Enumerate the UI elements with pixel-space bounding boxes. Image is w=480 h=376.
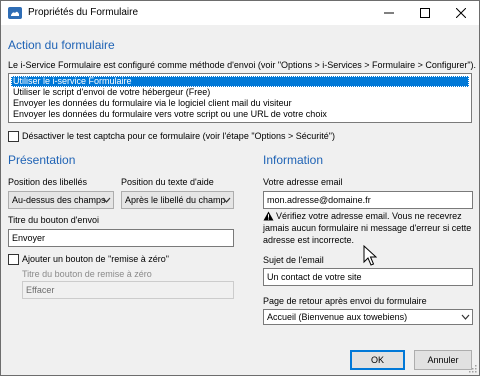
help-position-select[interactable]: Après le libellé du champ bbox=[121, 191, 234, 209]
action-description: Le i-Service Formulaire est configuré co… bbox=[8, 60, 477, 70]
chevron-down-icon bbox=[461, 314, 470, 320]
subject-label: Sujet de l'email bbox=[263, 255, 324, 265]
presentation-heading: Présentation bbox=[8, 153, 76, 167]
captcha-label: Désactiver le test captcha pour ce formu… bbox=[22, 131, 335, 141]
minimize-icon bbox=[384, 12, 394, 14]
action-heading: Action du formulaire bbox=[8, 38, 115, 52]
labels-position-select[interactable]: Au-dessus des champs bbox=[8, 191, 114, 209]
help-position-value: Après le libellé du champ bbox=[125, 195, 226, 205]
close-icon bbox=[456, 8, 466, 18]
reset-button-label: Ajouter un bouton de "remise à zéro" bbox=[22, 254, 169, 264]
information-heading: Information bbox=[263, 153, 324, 167]
submit-title-input[interactable]: Envoyer bbox=[8, 229, 234, 247]
close-button[interactable] bbox=[443, 1, 479, 25]
reset-button-checkbox[interactable] bbox=[8, 254, 19, 265]
reset-title-input[interactable]: Effacer bbox=[22, 281, 234, 299]
subject-input[interactable]: Un contact de votre site bbox=[263, 268, 473, 286]
app-icon bbox=[8, 7, 22, 19]
return-page-value: Accueil (Bienvenue aux towebiens) bbox=[267, 312, 408, 322]
submit-method-listbox[interactable]: Utiliser le i-service Formulaire Utilise… bbox=[8, 73, 472, 123]
help-position-label: Position du texte d'aide bbox=[121, 177, 214, 187]
minimize-button[interactable] bbox=[371, 1, 407, 25]
labels-position-value: Au-dessus des champs bbox=[12, 195, 106, 205]
maximize-icon bbox=[420, 8, 430, 18]
list-item[interactable]: Envoyer les données du formulaire via le… bbox=[11, 98, 469, 109]
ok-button[interactable]: OK bbox=[350, 350, 405, 370]
list-item[interactable]: Envoyer les données du formulaire vers v… bbox=[11, 109, 469, 120]
title-bar: Propriétés du Formulaire bbox=[1, 1, 479, 25]
return-page-select[interactable]: Accueil (Bienvenue aux towebiens) bbox=[263, 309, 473, 325]
resize-grip-icon[interactable] bbox=[467, 363, 477, 373]
reset-title-label: Titre du bouton de remise à zéro bbox=[22, 269, 152, 279]
email-input[interactable]: mon.adresse@domaine.fr bbox=[263, 191, 473, 209]
email-warning-text: Vérifiez votre adresse email. Vous ne re… bbox=[263, 211, 472, 245]
cancel-button[interactable]: Annuler bbox=[414, 350, 472, 370]
list-item[interactable]: Utiliser le script d'envoi de votre hébe… bbox=[11, 87, 469, 98]
chevron-down-icon bbox=[102, 197, 111, 203]
captcha-checkbox[interactable] bbox=[8, 131, 19, 142]
labels-position-label: Position des libellés bbox=[8, 177, 88, 187]
list-item[interactable]: Utiliser le i-service Formulaire bbox=[11, 76, 469, 87]
chevron-down-icon bbox=[222, 197, 231, 203]
window-title: Propriétés du Formulaire bbox=[28, 7, 139, 18]
dialog-window: Propriétés du Formulaire Action du formu… bbox=[0, 0, 480, 376]
return-page-label: Page de retour après envoi du formulaire bbox=[263, 296, 427, 306]
email-label: Votre adresse email bbox=[263, 177, 343, 187]
maximize-button[interactable] bbox=[407, 1, 443, 25]
mouse-cursor-icon bbox=[363, 245, 377, 266]
submit-title-label: Titre du bouton d'envoi bbox=[8, 215, 99, 225]
